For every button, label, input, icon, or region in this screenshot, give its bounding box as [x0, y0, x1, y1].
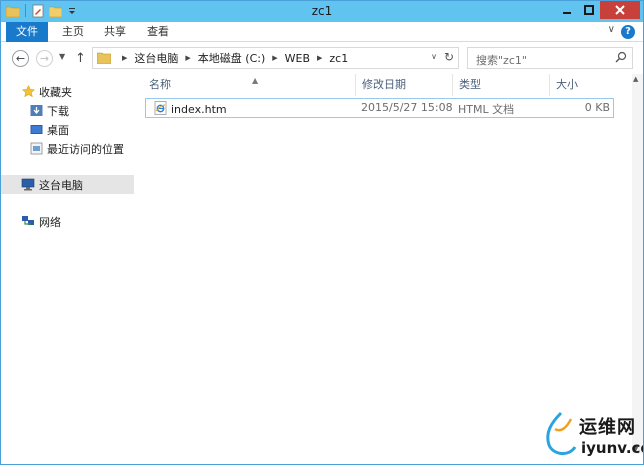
chevron-down-icon[interactable]: ∨ — [431, 52, 437, 61]
file-list-pane: ▲ 名称 修改日期 类型 大小 index.htm 2015/5/27 15:0… — [136, 74, 632, 464]
breadcrumb-this-pc[interactable]: 这台电脑 — [134, 50, 178, 66]
minimize-button[interactable] — [556, 1, 578, 19]
minimize-icon — [563, 12, 571, 14]
sidebar-item-downloads[interactable]: 下载 — [1, 101, 134, 120]
column-header-label: 修改日期 — [362, 78, 406, 91]
sidebar-item-label: 这台电脑 — [39, 178, 83, 192]
column-headers: ▲ 名称 修改日期 类型 大小 — [136, 74, 632, 96]
network-icon — [21, 215, 35, 229]
search-placeholder: 搜索"zc1" — [476, 54, 527, 67]
file-name: index.htm — [171, 103, 227, 116]
column-header-name[interactable]: ▲ 名称 — [143, 74, 356, 96]
search-input[interactable]: 搜索"zc1" — [467, 47, 633, 69]
sidebar-item-recent-places[interactable]: 最近访问的位置 — [1, 139, 134, 158]
file-name-cell: index.htm — [154, 101, 227, 118]
up-button[interactable]: ↑ — [75, 51, 86, 66]
sidebar-item-favorites[interactable]: 收藏夹 — [1, 82, 134, 101]
column-header-date-modified[interactable]: 修改日期 — [356, 74, 453, 96]
watermark-text-en: iyunv.com — [581, 439, 643, 457]
column-header-type[interactable]: 类型 — [453, 74, 550, 96]
tab-file[interactable]: 文件 — [6, 22, 48, 42]
close-button[interactable] — [600, 1, 640, 19]
sidebar-item-label: 最近访问的位置 — [47, 142, 124, 156]
file-type: HTML 文档 — [458, 103, 515, 116]
window-title: zc1 — [311, 4, 333, 18]
vertical-scrollbar[interactable]: ▲ ▼ — [632, 74, 643, 454]
sidebar-item-label: 桌面 — [47, 123, 69, 137]
address-bar[interactable]: ▶ 这台电脑 ▶ 本地磁盘 (C:) ▶ WEB ▶ zc1 ∨ ↻ — [92, 47, 459, 69]
downloads-icon — [29, 104, 43, 118]
navigation-bar: ← → ▼ ↑ ▶ 这台电脑 ▶ 本地磁盘 (C:) ▶ WEB ▶ zc1 ∨… — [1, 43, 643, 73]
watermark-text-cn: 运维网 — [579, 417, 636, 438]
explorer-window: zc1 文件 主页 共享 查看 ∨ ? ← → ▼ ↑ ▶ 这台电脑 ▶ 本地磁… — [0, 0, 644, 465]
maximize-button[interactable] — [578, 1, 600, 19]
sidebar-item-label: 网络 — [39, 215, 61, 229]
file-date-modified: 2015/5/27 15:08 — [361, 101, 453, 114]
chevron-right-icon[interactable]: ▶ — [185, 54, 190, 62]
sidebar-item-label: 收藏夹 — [39, 85, 72, 99]
arrow-right-icon: → — [39, 52, 50, 65]
scroll-up-icon[interactable]: ▲ — [633, 75, 638, 83]
chevron-right-icon[interactable]: ▶ — [122, 54, 127, 62]
column-header-size[interactable]: 大小 — [550, 74, 614, 96]
recent-locations-dropdown-icon[interactable]: ▼ — [59, 52, 65, 61]
sidebar-item-label: 下载 — [47, 104, 69, 118]
close-icon — [615, 5, 625, 15]
forward-button[interactable]: → — [36, 50, 53, 67]
arrow-up-icon: ↑ — [75, 51, 86, 66]
ribbon-tabs: 文件 主页 共享 查看 ∨ ? — [1, 22, 643, 42]
star-icon — [21, 85, 35, 99]
arrow-left-icon: ← — [15, 52, 26, 65]
tab-share[interactable]: 共享 — [95, 22, 135, 42]
window-controls — [556, 1, 640, 19]
help-button[interactable]: ? — [621, 25, 635, 39]
column-header-label: 类型 — [459, 78, 481, 91]
chevron-right-icon[interactable]: ▶ — [272, 54, 277, 62]
file-size: 0 KB — [584, 101, 610, 114]
desktop-icon — [29, 123, 43, 137]
breadcrumb: ▶ 这台电脑 ▶ 本地磁盘 (C:) ▶ WEB ▶ zc1 — [115, 48, 348, 68]
breadcrumb-zc1[interactable]: zc1 — [329, 52, 348, 65]
tab-view[interactable]: 查看 — [138, 22, 178, 42]
sidebar-item-network[interactable]: 网络 — [1, 212, 134, 231]
sidebar-item-this-pc[interactable]: 这台电脑 — [1, 175, 134, 194]
sort-ascending-icon: ▲ — [252, 76, 259, 85]
chevron-right-icon[interactable]: ▶ — [317, 54, 322, 62]
folder-icon — [96, 51, 112, 67]
file-row[interactable]: index.htm 2015/5/27 15:08 HTML 文档 0 KB — [145, 98, 614, 118]
maximize-icon — [584, 5, 594, 15]
navigation-pane: 收藏夹 下载 桌面 最近访问的位置 这台电脑 网络 — [1, 74, 134, 464]
title-bar: zc1 — [1, 1, 643, 22]
tab-home[interactable]: 主页 — [53, 22, 93, 42]
refresh-icon[interactable]: ↻ — [444, 50, 454, 64]
expand-ribbon-icon[interactable]: ∨ — [608, 24, 615, 35]
breadcrumb-web[interactable]: WEB — [285, 52, 310, 65]
breadcrumb-local-disk[interactable]: 本地磁盘 (C:) — [198, 50, 265, 66]
watermark-logo-icon — [546, 411, 577, 455]
sidebar-item-desktop[interactable]: 桌面 — [1, 120, 134, 139]
search-icon — [615, 51, 627, 66]
back-button[interactable]: ← — [12, 50, 29, 67]
site-watermark: 运维网 iyunv.com — [541, 409, 643, 461]
column-header-label: 大小 — [556, 78, 578, 91]
column-header-label: 名称 — [149, 78, 171, 91]
recent-places-icon — [29, 142, 43, 156]
ie-html-file-icon — [154, 101, 167, 118]
computer-icon — [21, 178, 35, 192]
